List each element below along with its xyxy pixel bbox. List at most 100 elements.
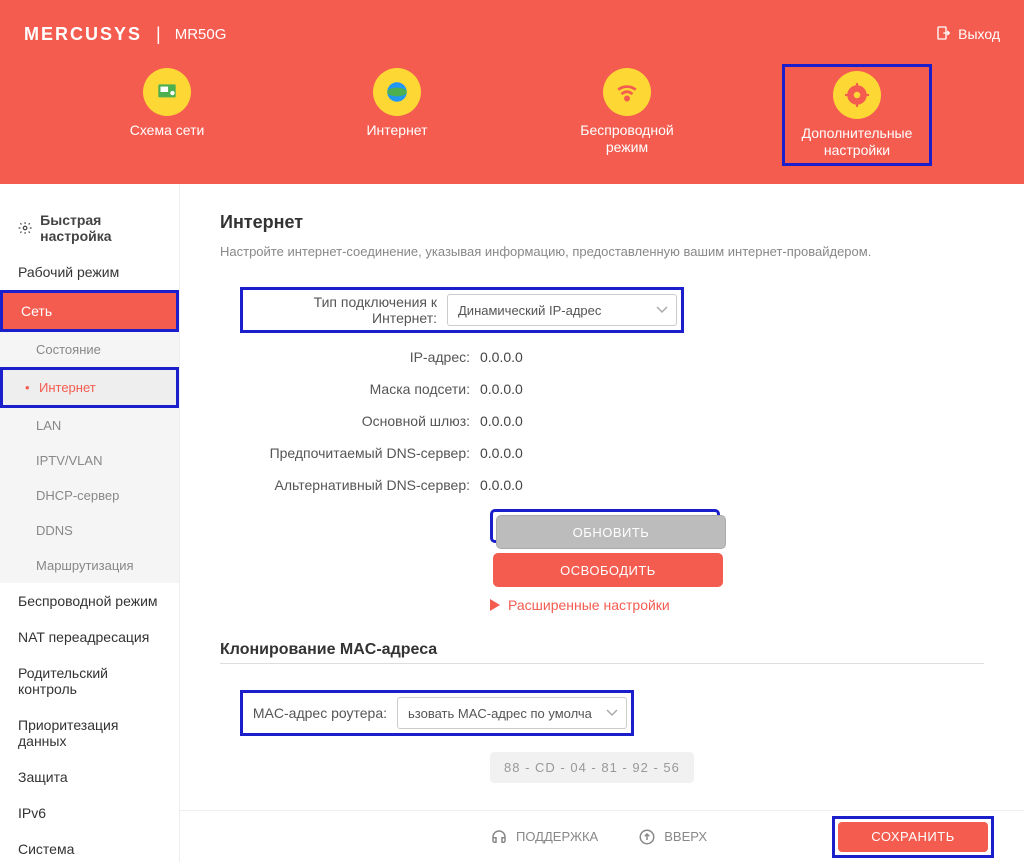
sidebar-ipv6[interactable]: IPv6 — [0, 795, 179, 831]
bolt-icon — [18, 220, 32, 236]
sidebar-label: Быстрая настройка — [40, 212, 161, 244]
body: Быстрая настройка Рабочий режим Сеть Сос… — [0, 184, 1024, 862]
renew-button[interactable]: ОБНОВИТЬ — [496, 515, 726, 549]
nav-label: Схема сети — [130, 122, 205, 139]
sidebar-security[interactable]: Защита — [0, 759, 179, 795]
conn-type-label: Тип подключения к Интернет: — [247, 294, 447, 326]
mask-label: Маска подсети: — [240, 381, 480, 397]
sidebar-label: Интернет — [39, 380, 96, 395]
sidebar-sub-routing[interactable]: Маршрутизация — [0, 548, 179, 583]
dns2-label: Альтернативный DNS-сервер: — [240, 477, 480, 493]
main-content: Интернет Настройте интернет-соединение, … — [180, 184, 1024, 862]
advanced-settings-link[interactable]: Расширенные настройки — [490, 597, 964, 613]
mac-value: 88 - CD - 04 - 81 - 92 - 56 — [490, 752, 694, 783]
save-highlight: СОХРАНИТЬ — [832, 816, 994, 858]
chevron-down-icon — [656, 301, 668, 319]
mac-row: MAC-адрес роутера: ьзовать MAC-адрес по … — [240, 690, 964, 736]
nav-label: Интернет — [366, 122, 427, 139]
header: MERCUSYS | MR50G Выход Схема сети Интерн… — [0, 0, 1024, 184]
support-label: ПОДДЕРЖКА — [516, 829, 598, 844]
sidebar-sub-dhcp[interactable]: DHCP-сервер — [0, 478, 179, 513]
release-row: ОСВОБОДИТЬ — [493, 553, 964, 587]
sidebar-label: Беспроводной режим — [18, 593, 158, 609]
top-link[interactable]: ВВЕРХ — [638, 828, 707, 846]
select-value: ьзовать MAC-адрес по умолча — [408, 706, 616, 721]
form-area: Тип подключения к Интернет: Динамический… — [220, 287, 984, 613]
nav-internet[interactable]: Интернет — [322, 64, 472, 166]
globe-icon — [373, 68, 421, 116]
sidebar-qos[interactable]: Приоритезация данных — [0, 707, 179, 759]
sidebar-label: LAN — [36, 418, 61, 433]
gear-icon — [833, 71, 881, 119]
sidebar-nat[interactable]: NAT переадресация — [0, 619, 179, 655]
conn-type-highlight: Тип подключения к Интернет: Динамический… — [240, 287, 684, 333]
select-value: Динамический IP-адрес — [458, 303, 666, 318]
sidebar-sub-lan[interactable]: LAN — [0, 408, 179, 443]
sidebar-wireless[interactable]: Беспроводной режим — [0, 583, 179, 619]
logout-label: Выход — [958, 26, 1000, 42]
gw-label: Основной шлюз: — [240, 413, 480, 429]
sidebar-label: Состояние — [36, 342, 101, 357]
nav-wireless[interactable]: Беспроводной режим — [552, 64, 702, 166]
nav-network-map[interactable]: Схема сети — [92, 64, 242, 166]
conn-type-select[interactable]: Динамический IP-адрес — [447, 294, 677, 326]
sidebar-label: Маршрутизация — [36, 558, 134, 573]
wifi-icon — [603, 68, 651, 116]
sidebar-sub-status[interactable]: Состояние — [0, 332, 179, 367]
nav-label: Беспроводной режим — [562, 122, 692, 156]
release-button[interactable]: ОСВОБОДИТЬ — [493, 553, 723, 587]
logout-icon — [936, 25, 952, 44]
sidebar-label: Система — [18, 841, 74, 857]
map-icon — [143, 68, 191, 116]
sidebar-subgroup: Состояние Интернет LAN IPTV/VLAN DHCP-се… — [0, 332, 179, 583]
brand-logo: MERCUSYS — [24, 24, 142, 45]
sidebar-label: NAT переадресация — [18, 629, 149, 645]
top-nav: Схема сети Интернет Беспроводной режим Д… — [0, 64, 1024, 166]
renew-row: ОБНОВИТЬ — [490, 509, 964, 543]
sidebar-label: IPTV/VLAN — [36, 453, 102, 468]
sidebar-quick-setup[interactable]: Быстрая настройка — [0, 202, 179, 254]
sidebar-label: Защита — [18, 769, 68, 785]
sidebar: Быстрая настройка Рабочий режим Сеть Сос… — [0, 184, 180, 862]
mac-label: MAC-адрес роутера: — [247, 705, 397, 721]
headset-icon — [490, 828, 508, 846]
support-link[interactable]: ПОДДЕРЖКА — [490, 828, 598, 846]
renew-highlight: ОБНОВИТЬ — [490, 509, 720, 543]
model-name: MR50G — [175, 26, 227, 43]
dns1-label: Предпочитаемый DNS-сервер: — [240, 445, 480, 461]
divider: | — [156, 24, 161, 45]
sidebar-label: Сеть — [21, 303, 52, 319]
save-button[interactable]: СОХРАНИТЬ — [838, 822, 988, 852]
adv-link-label: Расширенные настройки — [508, 597, 670, 613]
chevron-down-icon — [606, 704, 618, 722]
arrow-up-icon — [638, 828, 656, 846]
sidebar-network[interactable]: Сеть — [0, 290, 179, 332]
mask-value: 0.0.0.0 — [480, 381, 523, 397]
sidebar-label: Родительский контроль — [18, 665, 161, 697]
sidebar-sub-iptv[interactable]: IPTV/VLAN — [0, 443, 179, 478]
sidebar-label: DDNS — [36, 523, 73, 538]
mac-section-title: Клонирование MAC-адреса — [220, 641, 984, 659]
sidebar-label: IPv6 — [18, 805, 46, 821]
sidebar-label: Рабочий режим — [18, 264, 119, 280]
topbar: MERCUSYS | MR50G Выход — [0, 0, 1024, 50]
mac-select[interactable]: ьзовать MAC-адрес по умолча — [397, 697, 627, 729]
logout-link[interactable]: Выход — [936, 25, 1000, 44]
dns1-value: 0.0.0.0 — [480, 445, 523, 461]
mac-highlight: MAC-адрес роутера: ьзовать MAC-адрес по … — [240, 690, 634, 736]
sidebar-sub-internet[interactable]: Интернет — [0, 367, 179, 408]
play-icon — [490, 599, 500, 611]
page-description: Настройте интернет-соединение, указывая … — [220, 243, 984, 261]
page-title: Интернет — [220, 212, 984, 233]
sidebar-parental[interactable]: Родительский контроль — [0, 655, 179, 707]
sidebar-label: DHCP-сервер — [36, 488, 119, 503]
sidebar-sub-ddns[interactable]: DDNS — [0, 513, 179, 548]
nav-advanced[interactable]: Дополнительные настройки — [782, 64, 932, 166]
conn-type-row: Тип подключения к Интернет: Динамический… — [240, 287, 964, 333]
ip-value: 0.0.0.0 — [480, 349, 523, 365]
dns2-value: 0.0.0.0 — [480, 477, 523, 493]
nav-label: Дополнительные настройки — [795, 125, 919, 159]
sidebar-label: Приоритезация данных — [18, 717, 161, 749]
gw-value: 0.0.0.0 — [480, 413, 523, 429]
sidebar-mode[interactable]: Рабочий режим — [0, 254, 179, 290]
